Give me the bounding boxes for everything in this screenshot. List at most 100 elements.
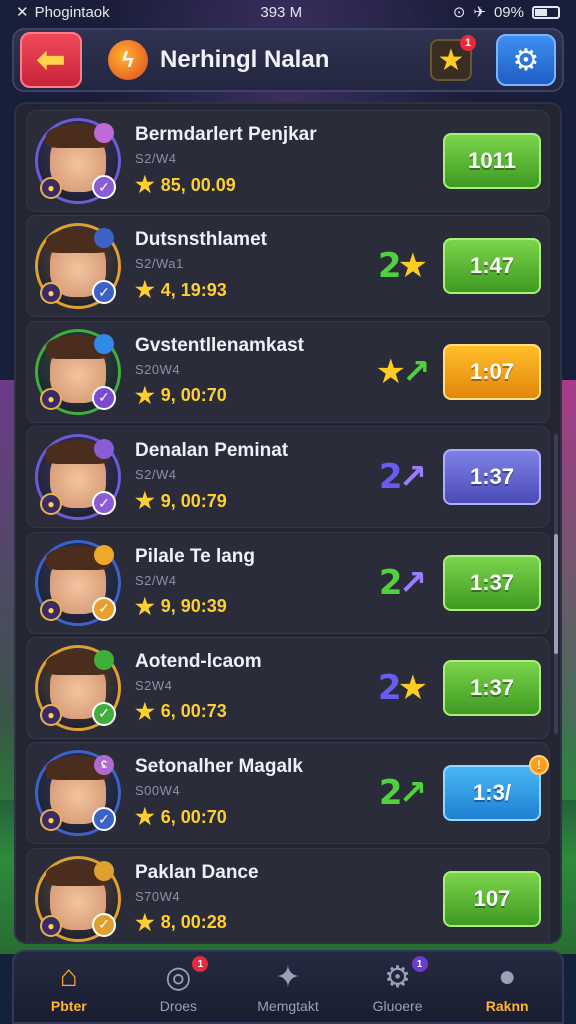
list-item[interactable]: ● ✓ Pilale Te lang S2/W4 ★ 9, 90:39 2↗ 1… — [26, 531, 550, 634]
scrollbar-thumb[interactable] — [554, 534, 558, 654]
star-icon: ★ — [135, 382, 155, 408]
player-name: Gvstentllenamkast — [135, 334, 304, 356]
rank-glyph-2: ↗ — [398, 773, 427, 814]
player-level: S20W4 — [135, 361, 181, 377]
player-level: S2/W4 — [135, 151, 177, 166]
level-badge-icon: ● — [40, 387, 62, 410]
alert-icon: ! — [529, 755, 549, 776]
player-name: Bermdarlert Penjkar — [135, 124, 317, 145]
star-icon: ★ — [135, 277, 155, 303]
list-item[interactable]: ● ✓ Denalan Peminat S2/W4 ★ 9, 00:79 2↗ … — [26, 426, 550, 529]
status-dot-icon — [94, 860, 114, 881]
rank-icon: ★↗ — [369, 352, 433, 392]
list-item[interactable]: ● ✓ Bermdarlert Penjkar S2/W4 ★ 85, 00.0… — [26, 110, 550, 212]
player-score: ★ 85, 00.09 — [135, 172, 369, 198]
nav-label: Droes — [159, 998, 198, 1014]
avatar[interactable]: ● ✓ — [35, 539, 121, 626]
player-name: Setonalher Magalk — [135, 756, 303, 778]
level-badge-icon: ● — [40, 282, 62, 305]
rank-icon: 2★ — [369, 246, 433, 286]
rank-glyph-1: 2 — [378, 562, 403, 603]
level-badge-icon: ● — [40, 809, 62, 832]
score-value: 9, 90:39 — [160, 596, 227, 617]
status-dot-icon: ʢ — [94, 755, 114, 776]
player-score: ★ 9, 00:79 — [135, 488, 369, 514]
player-list[interactable]: ● ✓ Bermdarlert Penjkar S2/W4 ★ 85, 00.0… — [14, 102, 562, 944]
avatar[interactable]: ● ✓ — [35, 223, 121, 310]
list-item[interactable]: ● ✓ ʢ Setonalher Magalk S00W4 ★ 6, 00:70… — [26, 742, 550, 845]
time-button[interactable]: 107 — [443, 870, 541, 927]
rank-glyph-2: ★ — [397, 246, 429, 287]
player-info: Pilale Te lang S2/W4 ★ 9, 90:39 — [135, 546, 369, 620]
rank-icon: 2↗ — [369, 457, 433, 497]
player-info: Setonalher Magalk S00W4 ★ 6, 00:70 — [135, 756, 369, 830]
star-icon: ★ — [135, 804, 155, 830]
list-item[interactable]: ● ✓ Aotend-lcaom S2W4 ★ 6, 00:73 2★ 1:37 — [26, 636, 550, 739]
nav-item-map[interactable]: ✦ Memgtakt — [238, 952, 338, 1022]
nav-label: Gluoere — [372, 998, 423, 1014]
avatar[interactable]: ● ✓ ʢ — [35, 750, 121, 837]
time-button[interactable]: 1:07 — [443, 343, 541, 400]
avatar[interactable]: ● ✓ — [35, 644, 121, 731]
time-button[interactable]: 1011 — [443, 133, 541, 189]
player-level: S70W4 — [135, 888, 181, 904]
avatar[interactable]: ● ✓ — [35, 328, 121, 415]
time-button[interactable]: 1:37 — [443, 449, 541, 506]
avatar[interactable]: ● ✓ — [35, 118, 121, 204]
score-value: 9, 00:79 — [160, 490, 227, 511]
time-label: 1:37 — [469, 569, 515, 595]
player-name: Paklan Dance — [135, 861, 259, 883]
player-name: Aotend-lcaom — [135, 650, 262, 672]
time-label: 107 — [473, 885, 511, 911]
time-label: 1:3/ — [473, 780, 511, 806]
list-item[interactable]: ● ✓ Paklan Dance S70W4 ★ 8, 00:28 107 — [26, 847, 550, 942]
rank-icon: 2↗ — [369, 773, 433, 813]
player-info: Aotend-lcaom S2W4 ★ 6, 00:73 — [135, 651, 369, 725]
status-dot-icon — [94, 333, 114, 354]
nav-badge: 1 — [411, 956, 428, 972]
player-score: ★ 4, 19:93 — [135, 277, 369, 303]
player-score: ★ 9, 00:70 — [135, 383, 369, 409]
nav-item-home[interactable]: ⌂ Pbter — [19, 952, 119, 1022]
nav-item-friends[interactable]: ◎ Droes 1 — [128, 952, 228, 1022]
status-time: 393 M — [260, 3, 303, 21]
player-level: S2W4 — [135, 677, 173, 693]
back-button[interactable]: ⬅ — [20, 32, 82, 88]
time-label: 1:37 — [469, 674, 515, 700]
time-button[interactable]: 1:47 — [443, 238, 541, 295]
nav-badge: 1 — [192, 956, 209, 972]
rank-glyph-1: 2 — [377, 246, 402, 287]
nav-item-settings[interactable]: ⚙ Gluoere 1 — [348, 952, 448, 1022]
time-label: 1:47 — [469, 253, 515, 279]
list-item[interactable]: ● ✓ Gvstentllenamkast S20W4 ★ 9, 00:70 ★… — [26, 320, 550, 423]
list-item[interactable]: ● ✓ Dutsnsthlamet S2/Wa1 ★ 4, 19:93 2★ 1… — [26, 215, 550, 318]
score-value: 85, 00.09 — [160, 174, 236, 195]
score-value: 6, 00:73 — [160, 701, 227, 722]
check-badge-icon: ✓ — [92, 701, 116, 726]
nav-label: Pbter — [50, 998, 87, 1014]
rank-glyph-1: 2 — [378, 457, 403, 498]
time-button[interactable]: 1:37 — [443, 659, 541, 716]
favorites-button[interactable]: ★ 1 — [430, 35, 476, 81]
status-dot-icon — [94, 439, 114, 460]
time-button[interactable]: 1:37 — [443, 554, 541, 611]
status-bar: ✕ Phogintaok 393 M ⊙ ✈ 09% — [0, 0, 576, 24]
battery-icon — [532, 5, 560, 19]
avatar[interactable]: ● ✓ — [35, 434, 121, 521]
status-app-label: Phogintaok — [34, 3, 110, 21]
nav-label: Memgtakt — [257, 998, 319, 1014]
rank-glyph-2: ↗ — [401, 351, 430, 392]
avatar[interactable]: ● ✓ — [35, 855, 121, 942]
player-name: Dutsnsthlamet — [135, 229, 267, 251]
nav-item-profile[interactable]: ● Raknn — [457, 952, 557, 1022]
rank-glyph-1: ★ — [375, 351, 407, 392]
player-info: Dutsnsthlamet S2/Wa1 ★ 4, 19:93 — [135, 229, 369, 303]
score-value: 9, 00:70 — [160, 385, 227, 406]
settings-button[interactable]: ⚙ — [496, 34, 556, 86]
score-value: 4, 19:93 — [160, 279, 227, 300]
status-dot-icon — [94, 649, 114, 670]
time-button[interactable]: 1:3/ ! — [443, 755, 549, 822]
player-name: Denalan Peminat — [135, 440, 289, 462]
check-badge-icon: ✓ — [92, 385, 116, 410]
level-badge-icon: ● — [40, 703, 62, 726]
